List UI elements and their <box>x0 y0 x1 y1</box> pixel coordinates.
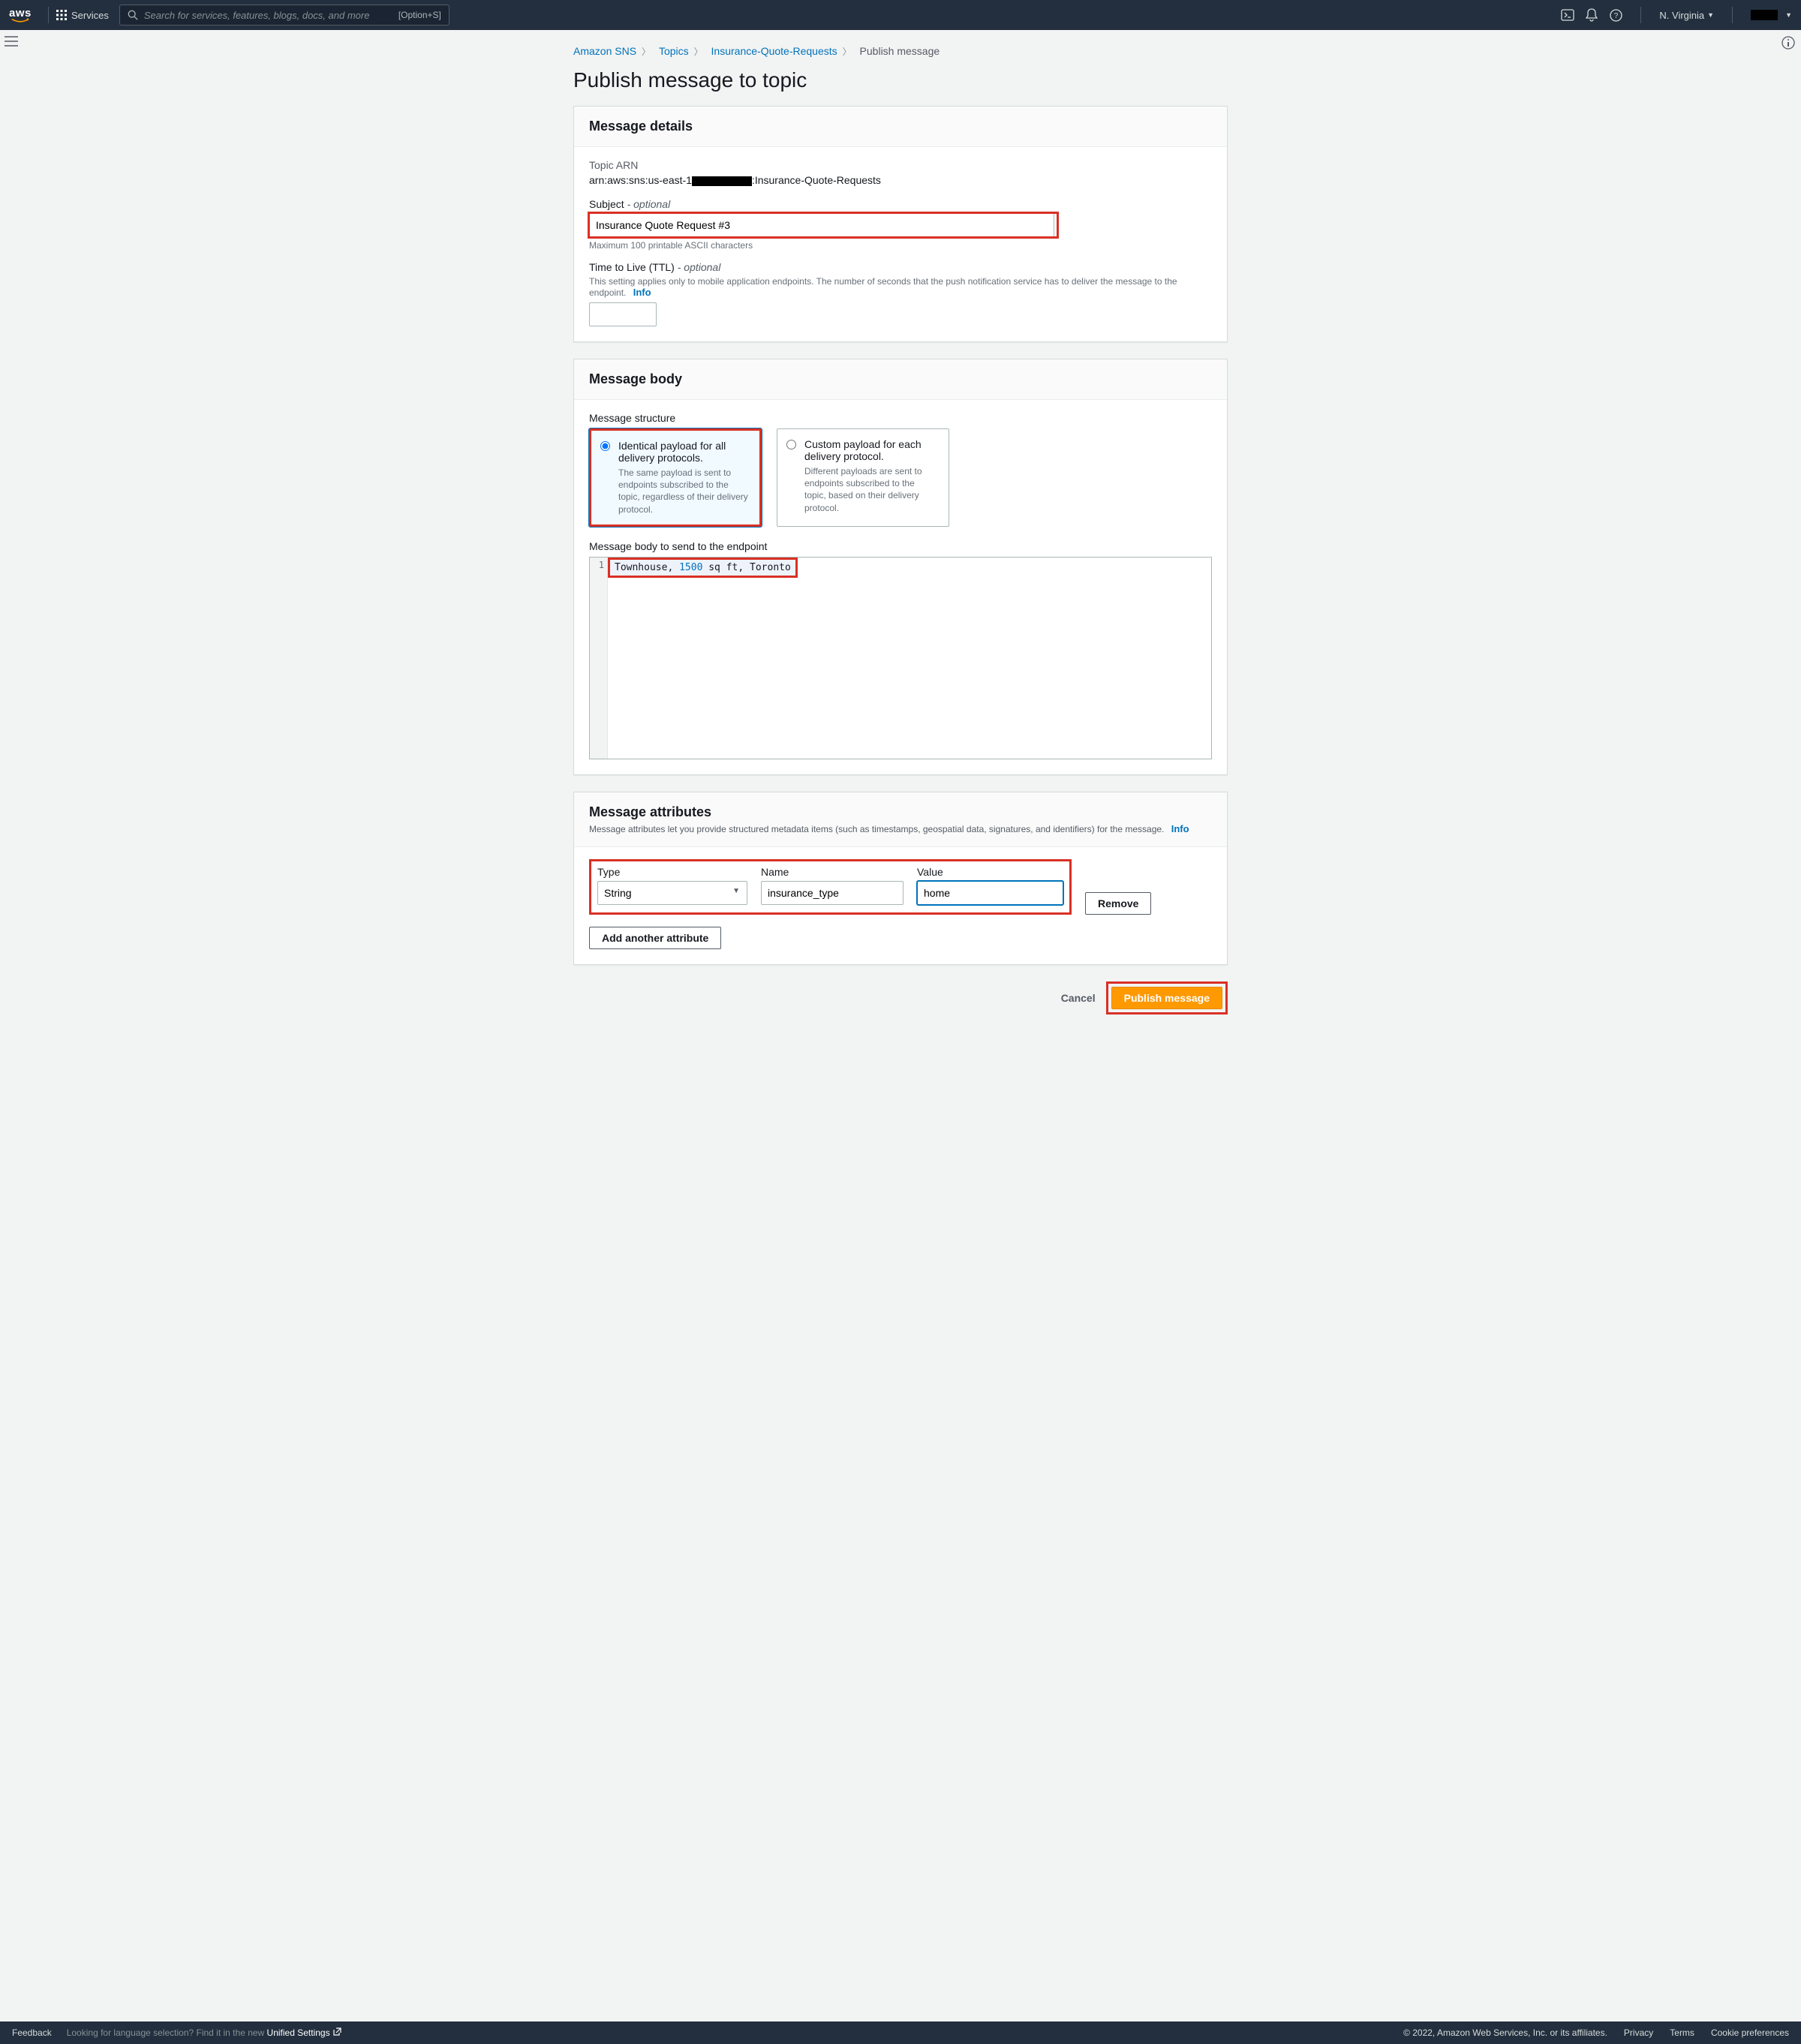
details-heading: Message details <box>589 119 1212 134</box>
payload-identical-tile[interactable]: Identical payload for all delivery proto… <box>589 428 762 527</box>
top-nav: aws Services Search for services, featur… <box>0 0 1801 30</box>
crumb-topic-name[interactable]: Insurance-Quote-Requests <box>711 45 837 57</box>
subject-label: Subject - optional <box>589 198 1212 210</box>
footer: Feedback Looking for language selection?… <box>0 2021 1801 2044</box>
payload-custom-tile[interactable]: Custom payload for each delivery protoco… <box>777 428 949 527</box>
message-attributes-panel: Message attributes Message attributes le… <box>573 792 1228 965</box>
lang-hint: Looking for language selection? Find it … <box>67 2027 341 2038</box>
add-attribute-button[interactable]: Add another attribute <box>589 927 721 949</box>
payload-identical-radio[interactable] <box>600 441 610 451</box>
body-heading: Message body <box>589 371 1212 387</box>
terms-link[interactable]: Terms <box>1670 2027 1694 2038</box>
payload-custom-radio[interactable] <box>786 440 796 449</box>
attrs-heading: Message attributes <box>589 804 1212 820</box>
remove-attribute-button[interactable]: Remove <box>1085 892 1151 915</box>
ttl-label: Time to Live (TTL) - optional <box>589 261 1212 273</box>
svg-text:?: ? <box>1614 12 1619 20</box>
action-row: Cancel Publish message <box>573 981 1228 1014</box>
subject-hint: Maximum 100 printable ASCII characters <box>589 240 1212 251</box>
message-body-panel: Message body Message structure Identical… <box>573 359 1228 775</box>
sidebar-toggle[interactable] <box>5 36 20 51</box>
attr-value-input[interactable] <box>917 881 1063 905</box>
redacted-account <box>692 176 752 186</box>
ttl-input[interactable] <box>589 302 657 326</box>
ttl-info-link[interactable]: Info <box>633 287 651 298</box>
attr-name-input[interactable] <box>761 881 904 905</box>
cloudshell-icon[interactable] <box>1561 8 1574 22</box>
search-placeholder: Search for services, features, blogs, do… <box>144 10 370 21</box>
feedback-link[interactable]: Feedback <box>12 2027 52 2038</box>
message-body-editor[interactable]: 1 Townhouse, 1500 sq ft, Toronto <box>589 557 1212 759</box>
structure-label: Message structure <box>589 412 1212 424</box>
arn-value: arn:aws:sns:us-east-1:Insurance-Quote-Re… <box>589 174 1212 186</box>
attribute-row-highlight: Type String Name Value <box>589 859 1072 915</box>
ttl-hint: This setting applies only to mobile appl… <box>589 276 1212 298</box>
search-shortcut: [Option+S] <box>398 10 441 20</box>
external-link-icon <box>333 2027 341 2036</box>
attr-name-label: Name <box>761 866 904 878</box>
arn-label: Topic ARN <box>589 159 1212 171</box>
aws-logo[interactable]: aws <box>9 7 32 24</box>
cancel-button[interactable]: Cancel <box>1061 992 1096 1004</box>
publish-message-button[interactable]: Publish message <box>1111 987 1222 1009</box>
breadcrumb: Amazon SNS〉 Topics〉 Insurance-Quote-Requ… <box>573 45 1228 58</box>
attr-value-label: Value <box>917 866 1063 878</box>
info-panel-toggle[interactable] <box>1781 36 1796 51</box>
privacy-link[interactable]: Privacy <box>1624 2027 1653 2038</box>
cookies-link[interactable]: Cookie preferences <box>1711 2027 1789 2038</box>
attrs-desc: Message attributes let you provide struc… <box>589 823 1212 834</box>
services-label: Services <box>71 10 109 21</box>
message-details-panel: Message details Topic ARN arn:aws:sns:us… <box>573 106 1228 342</box>
attr-type-select[interactable]: String <box>597 881 747 905</box>
copyright: © 2022, Amazon Web Services, Inc. or its… <box>1403 2027 1607 2038</box>
help-icon[interactable]: ? <box>1609 8 1622 22</box>
account-menu[interactable]: ▼ <box>1751 10 1792 20</box>
services-menu[interactable]: Services <box>56 10 109 21</box>
region-selector[interactable]: N. Virginia▼ <box>1659 10 1714 21</box>
search-input[interactable]: Search for services, features, blogs, do… <box>119 5 449 26</box>
unified-settings-link[interactable]: Unified Settings <box>267 2027 341 2038</box>
code-line-1: Townhouse, 1500 sq ft, Toronto <box>608 558 798 578</box>
attrs-info-link[interactable]: Info <box>1171 823 1189 834</box>
main-content: Amazon SNS〉 Topics〉 Insurance-Quote-Requ… <box>563 30 1238 1075</box>
attr-type-label: Type <box>597 866 747 878</box>
crumb-sns[interactable]: Amazon SNS <box>573 45 636 57</box>
editor-label: Message body to send to the endpoint <box>589 540 1212 552</box>
crumb-topics[interactable]: Topics <box>659 45 689 57</box>
subject-input[interactable] <box>589 213 1054 237</box>
grid-icon <box>56 10 67 20</box>
crumb-current: Publish message <box>860 45 940 57</box>
notifications-icon[interactable] <box>1585 8 1598 22</box>
page-title: Publish message to topic <box>573 68 1228 92</box>
search-icon <box>128 10 138 20</box>
